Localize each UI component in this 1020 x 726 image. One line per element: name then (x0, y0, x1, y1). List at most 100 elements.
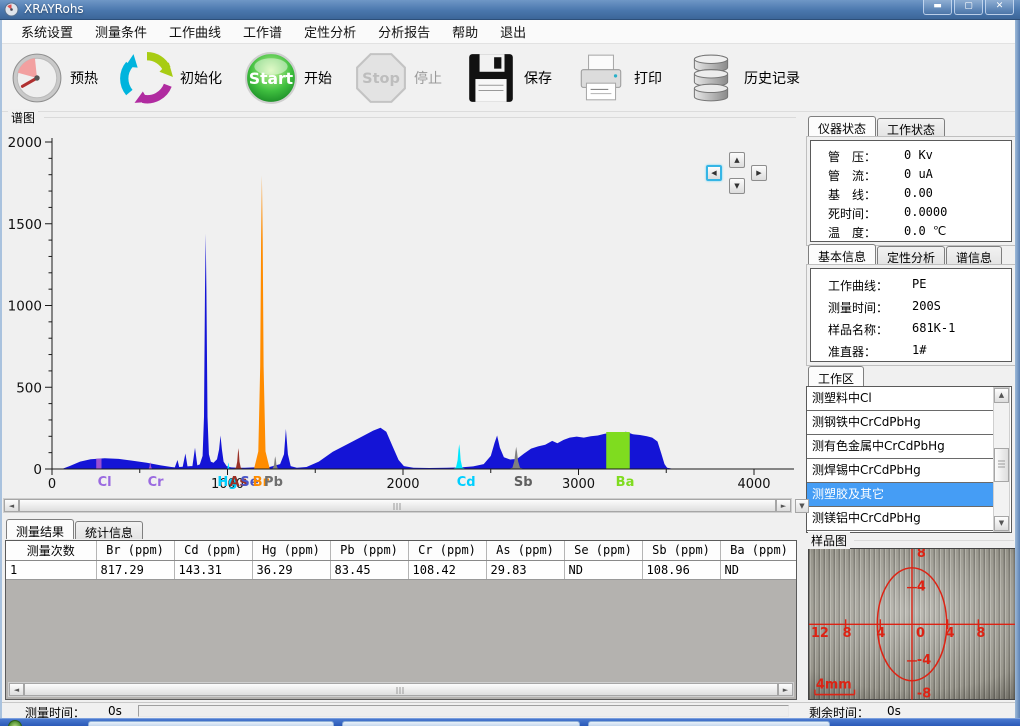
pan-right-button[interactable]: ▶ (751, 165, 767, 181)
results-data-row[interactable]: 1817.29143.3136.2983.45108.4229.83ND108.… (6, 560, 797, 579)
baseline-label: 基 线： (828, 186, 904, 203)
svg-text:500: 500 (16, 380, 42, 396)
save-button[interactable]: 保存 (464, 51, 552, 105)
tab-statistics[interactable]: 统计信息 (75, 521, 143, 539)
minimize-button[interactable]: ▬ (923, 0, 952, 15)
collimator-value: 1# (912, 343, 926, 360)
close-button[interactable]: ✕ (985, 0, 1014, 15)
window-title: XRAYRohs (24, 2, 84, 16)
result-cell: ND (720, 560, 797, 579)
pan-down-button[interactable]: ▼ (729, 178, 745, 194)
result-cell: 29.83 (486, 560, 564, 579)
menu-item-work-curve[interactable]: 工作曲线 (158, 19, 232, 44)
stop-label: 停止 (414, 68, 442, 88)
workspace-item-plastic-cl[interactable]: 测塑料中Cl (807, 387, 993, 411)
result-cell: 108.96 (642, 560, 720, 579)
chart-scroll-thumb[interactable] (19, 499, 776, 512)
taskbar-window-button[interactable] (588, 721, 830, 726)
column-header: Br (ppm) (96, 541, 174, 560)
floppy-icon (464, 51, 518, 105)
maximize-button[interactable]: ▢ (954, 0, 983, 15)
pan-left-button[interactable]: ◀ (706, 165, 722, 181)
column-header: Cr (ppm) (408, 541, 486, 560)
workspace-scroll-thumb[interactable] (994, 448, 1009, 482)
chart-hscrollbar[interactable]: ◄ ► (3, 498, 792, 513)
menu-item-work-spectrum[interactable]: 工作谱 (232, 19, 293, 44)
menu-item-measure-conditions[interactable]: 测量条件 (84, 19, 158, 44)
dead-time-label: 死时间： (828, 205, 904, 222)
tube-current-label: 管 流： (828, 167, 904, 184)
chart-scroll-right-button[interactable]: ► (776, 499, 791, 512)
workspace-list: 测塑料中Cl 测钢铁中CrCdPbHg 测有色金属中CrCdPbHg 测焊锡中C… (806, 386, 1012, 533)
initialize-button[interactable]: 初始化 (120, 51, 222, 105)
chart-scroll-down-button[interactable]: ▼ (795, 499, 809, 513)
tab-qualitative[interactable]: 定性分析 (877, 246, 945, 264)
print-label: 打印 (634, 68, 662, 88)
tube-current-value: 0 uA (904, 167, 933, 184)
taskbar-window-button[interactable] (342, 721, 580, 726)
svg-text:2000: 2000 (386, 477, 419, 492)
results-scroll-left-button[interactable]: ◄ (9, 683, 24, 696)
refresh-arrows-icon (120, 51, 174, 105)
tab-work-status[interactable]: 工作状态 (877, 118, 945, 136)
tab-workspace[interactable]: 工作区 (808, 366, 864, 386)
menu-item-analysis-report[interactable]: 分析报告 (367, 19, 441, 44)
remaining-time-value: 0s (887, 704, 901, 718)
start-label: 开始 (304, 68, 332, 88)
column-header: Se (ppm) (564, 541, 642, 560)
workspace-item-steel[interactable]: 测钢铁中CrCdPbHg (807, 411, 993, 435)
menu-item-qualitative-analysis[interactable]: 定性分析 (293, 19, 367, 44)
workspace-scrollbar[interactable]: ▲ ▼ (993, 387, 1010, 532)
scale-label: 4mm (816, 678, 852, 693)
start-orb-sliver[interactable] (8, 720, 22, 726)
initialize-label: 初始化 (180, 68, 222, 88)
info-fields-box: 工作曲线：PE 测量时间：200S 样品名称：681K-1 准直器：1# (810, 268, 1012, 362)
start-orb-icon: Start (244, 51, 298, 105)
print-button[interactable]: 打印 (574, 51, 662, 105)
results-scroll-right-button[interactable]: ► (778, 683, 793, 696)
tab-spectrum-info[interactable]: 谱信息 (946, 246, 1002, 264)
menu-item-help[interactable]: 帮助 (441, 19, 489, 44)
column-header: Sb (ppm) (642, 541, 720, 560)
results-scroll-thumb[interactable] (24, 683, 778, 696)
svg-text:-8: -8 (917, 687, 931, 700)
sample-name-value: 681K-1 (912, 321, 955, 338)
measurement-progressbar (138, 705, 789, 717)
pan-up-button[interactable]: ▲ (729, 152, 745, 168)
workspace-scroll-up-button[interactable]: ▲ (994, 388, 1009, 403)
os-taskbar[interactable] (0, 718, 1020, 726)
printer-icon (574, 51, 628, 105)
tab-basic-info[interactable]: 基本信息 (808, 244, 876, 264)
result-cell: 108.42 (408, 560, 486, 579)
workspace-item-solder[interactable]: 测焊锡中CrCdPbHg (807, 459, 993, 483)
element-label-Cl: Cl (98, 475, 112, 490)
menu-item-exit[interactable]: 退出 (489, 19, 537, 44)
svg-text:4: 4 (917, 580, 926, 595)
start-button[interactable]: Start 开始 (244, 51, 332, 105)
column-header: Cd (ppm) (174, 541, 252, 560)
instrument-fields-box: 管 压：0 Kv 管 流：0 uA 基 线：0.00 死时间：0.0000 温 … (810, 140, 1012, 242)
menu-item-system-settings[interactable]: 系统设置 (10, 19, 84, 44)
workspace-scroll-down-button[interactable]: ▼ (994, 516, 1009, 531)
peak-As (233, 448, 244, 469)
history-button[interactable]: 历史记录 (684, 51, 800, 105)
results-hscrollbar[interactable]: ◄ ► (8, 682, 794, 697)
toolbar: 预热 初始化 Start 开始 (2, 44, 1015, 112)
workspace-item-nonferrous[interactable]: 测有色金属中CrCdPbHg (807, 435, 993, 459)
client-area: 谱图 050010001500200001000200030004000ClCr… (2, 112, 1015, 702)
workspace-item-mg-al[interactable]: 测镁铝中CrCdPbHg (807, 507, 993, 531)
stop-octagon-icon: Stop (354, 51, 408, 105)
workspace-item-plastic-other[interactable]: 测塑胶及其它 (807, 483, 993, 507)
application-window: XRAYRohs ▬ ▢ ✕ 系统设置 测量条件 工作曲线 工作谱 定性分析 分… (0, 0, 1020, 726)
taskbar-window-button[interactable] (88, 721, 334, 726)
tab-measure-results[interactable]: 测量结果 (6, 519, 74, 539)
tube-voltage-label: 管 压： (828, 148, 904, 165)
stop-button[interactable]: Stop 停止 (354, 51, 442, 105)
preheat-button[interactable]: 预热 (10, 51, 98, 105)
temperature-value: 0.0 ℃ (904, 224, 946, 241)
results-header-row: 测量次数Br (ppm)Cd (ppm)Hg (ppm)Pb (ppm)Cr (… (6, 541, 797, 560)
tab-instrument-status[interactable]: 仪器状态 (808, 116, 876, 136)
statusbar: 测量时间： 0s 剩余时间： 0s (2, 702, 1015, 718)
chart-scroll-left-button[interactable]: ◄ (4, 499, 19, 512)
element-label-Pb: Pb (264, 475, 283, 490)
